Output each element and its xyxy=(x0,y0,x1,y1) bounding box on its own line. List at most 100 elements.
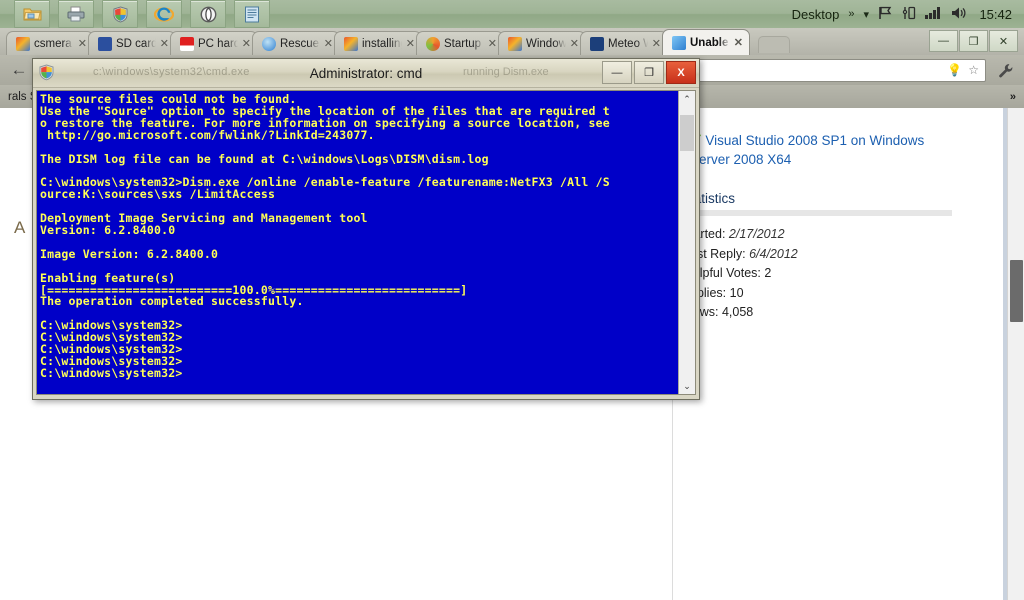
cmd-window-title: Administrator: cmd xyxy=(309,65,423,81)
tab-label: PC hardw xyxy=(198,37,238,50)
stat-value: 6/4/2012 xyxy=(749,246,798,261)
tab-close-icon[interactable]: ✕ xyxy=(652,37,661,50)
tab-label: Unable t xyxy=(690,36,730,49)
tab-favicon-icon xyxy=(262,36,276,51)
taskbar-separator xyxy=(229,2,232,26)
volume-icon[interactable] xyxy=(951,6,967,23)
taskbar-clock[interactable]: 15:42 xyxy=(976,7,1012,22)
overflow-chevron-icon[interactable]: » xyxy=(848,8,854,20)
minimize-button[interactable]: — xyxy=(929,30,958,52)
tab-label: RescuePI xyxy=(280,37,320,50)
stat-value: 2/17/2012 xyxy=(728,227,785,241)
cmd-scroll-track[interactable] xyxy=(679,107,695,378)
taskbar-separator xyxy=(141,2,144,26)
tab-close-icon[interactable]: ✕ xyxy=(734,36,743,49)
cmd-window-controls: — ❐ X xyxy=(602,61,696,84)
opera-icon[interactable] xyxy=(190,0,226,28)
tab-favicon-icon xyxy=(426,36,440,51)
stat-helpful-votes: lelpful Votes: 2 xyxy=(690,264,970,284)
tab-close-icon[interactable]: ✕ xyxy=(324,37,333,50)
tab-label: csmera r xyxy=(34,37,74,50)
page-sidebar: ✓Visual Studio 2008 SP1 on Windows Serve… xyxy=(690,108,970,323)
browser-tab-0[interactable]: csmera r ✕ xyxy=(6,31,94,55)
browser-tabstrip: csmera r ✕ SD card f ✕ PC hardw ✕ Rescue… xyxy=(0,28,1024,55)
browser-window-controls: — ❐ ✕ xyxy=(929,30,1018,52)
new-tab-button[interactable] xyxy=(758,36,790,53)
tab-favicon-icon xyxy=(180,36,194,51)
browser-tab-5[interactable]: Startup R ✕ xyxy=(416,31,504,55)
related-thread-item[interactable]: ✓Visual Studio 2008 SP1 on Windows Serve… xyxy=(690,130,962,169)
tab-close-icon[interactable]: ✕ xyxy=(160,37,169,50)
tab-favicon-icon xyxy=(672,35,686,50)
page-letter-marker: A xyxy=(14,218,26,237)
cmd-minimize-button[interactable]: — xyxy=(602,61,632,84)
stat-label: lelpful Votes: xyxy=(690,266,761,280)
cmd-scrollbar-thumb[interactable] xyxy=(680,115,694,151)
tab-favicon-icon xyxy=(508,36,522,51)
taskbar-quicklaunch xyxy=(0,0,271,28)
action-flag-icon[interactable] xyxy=(878,6,893,23)
tab-favicon-icon xyxy=(16,36,30,51)
taskbar-separator xyxy=(97,2,100,26)
command-prompt-window[interactable]: c:\windows\system32\cmd.exe running Dism… xyxy=(32,58,700,400)
cmd-scrollbar[interactable]: ⌃ ⌄ xyxy=(678,91,695,394)
browser-tab-7[interactable]: Meteo W ✕ xyxy=(580,31,668,55)
browser-tab-8-active[interactable]: Unable t ✕ xyxy=(662,29,750,55)
statistics-rule xyxy=(690,210,952,216)
file-explorer-icon[interactable] xyxy=(14,0,50,28)
network-device-icon[interactable] xyxy=(902,6,916,23)
printer-icon[interactable] xyxy=(58,0,94,28)
cmd-console-output[interactable]: The source files could not be found. Use… xyxy=(37,91,681,394)
close-button[interactable]: ✕ xyxy=(989,30,1018,52)
related-thread-link[interactable]: Visual Studio 2008 SP1 on Windows Server… xyxy=(690,133,924,167)
cmd-close-button[interactable]: X xyxy=(666,61,696,84)
cmd-scroll-up-arrow-icon[interactable]: ⌃ xyxy=(679,91,695,107)
security-shield-icon[interactable] xyxy=(102,0,138,28)
cmd-title-bar[interactable]: c:\windows\system32\cmd.exe running Dism… xyxy=(33,59,699,88)
restore-button[interactable]: ❐ xyxy=(959,30,988,52)
windows-taskbar: Desktop » ▾ 15:42 xyxy=(0,0,1024,29)
internet-explorer-icon[interactable] xyxy=(146,0,182,28)
browser-tab-4[interactable]: installing ✕ xyxy=(334,31,422,55)
browser-tab-3[interactable]: RescuePI ✕ xyxy=(252,31,340,55)
taskbar-tray: Desktop » ▾ 15:42 xyxy=(792,0,1024,28)
tab-label: Window xyxy=(526,37,566,50)
stat-started: tarted: 2/17/2012 xyxy=(690,225,970,245)
tab-label: installing xyxy=(362,37,402,50)
tab-close-icon[interactable]: ✕ xyxy=(242,37,251,50)
chevron-down-icon[interactable]: ▾ xyxy=(863,8,869,21)
notepad-icon[interactable] xyxy=(234,0,270,28)
statistics-heading: tatistics xyxy=(690,191,736,206)
tab-favicon-icon xyxy=(344,36,358,51)
cmd-maximize-button[interactable]: ❐ xyxy=(634,61,664,84)
bookmark-star-icon[interactable]: ☆ xyxy=(968,63,979,77)
desktop-label[interactable]: Desktop xyxy=(792,7,840,22)
tab-close-icon[interactable]: ✕ xyxy=(488,37,497,50)
tab-label: Meteo W xyxy=(608,37,648,50)
signal-bars-icon[interactable] xyxy=(925,6,942,22)
tab-favicon-icon xyxy=(98,36,112,51)
tab-close-icon[interactable]: ✕ xyxy=(570,37,579,50)
page-scrollbar[interactable] xyxy=(1007,108,1024,600)
tab-close-icon[interactable]: ✕ xyxy=(78,37,87,50)
stat-replies: eplies: 10 xyxy=(690,284,970,304)
stat-value: 10 xyxy=(729,285,744,300)
wrench-menu-icon[interactable] xyxy=(992,59,1018,81)
cmd-body[interactable]: The source files could not be found. Use… xyxy=(36,90,696,395)
browser-tab-2[interactable]: PC hardw ✕ xyxy=(170,31,258,55)
page-action-icon[interactable]: 💡 xyxy=(947,63,962,77)
page-left-gutter xyxy=(0,108,26,600)
page-scrollbar-thumb[interactable] xyxy=(1010,260,1023,322)
stat-value: 2 xyxy=(764,266,772,280)
browser-tab-6[interactable]: Window ✕ xyxy=(498,31,586,55)
stat-value: 4,058 xyxy=(721,305,754,319)
bookmarks-overflow-icon[interactable]: » xyxy=(1010,91,1016,103)
back-button[interactable]: ← xyxy=(6,59,32,81)
browser-tab-1[interactable]: SD card f ✕ xyxy=(88,31,176,55)
screen: Desktop » ▾ 15:42 csmera r ✕ xyxy=(0,0,1024,600)
taskbar-separator xyxy=(185,2,188,26)
tab-label: Startup R xyxy=(444,37,484,50)
stat-views: iews: 4,058 xyxy=(690,303,970,323)
tab-close-icon[interactable]: ✕ xyxy=(406,37,415,50)
cmd-scroll-down-arrow-icon[interactable]: ⌄ xyxy=(679,378,695,394)
